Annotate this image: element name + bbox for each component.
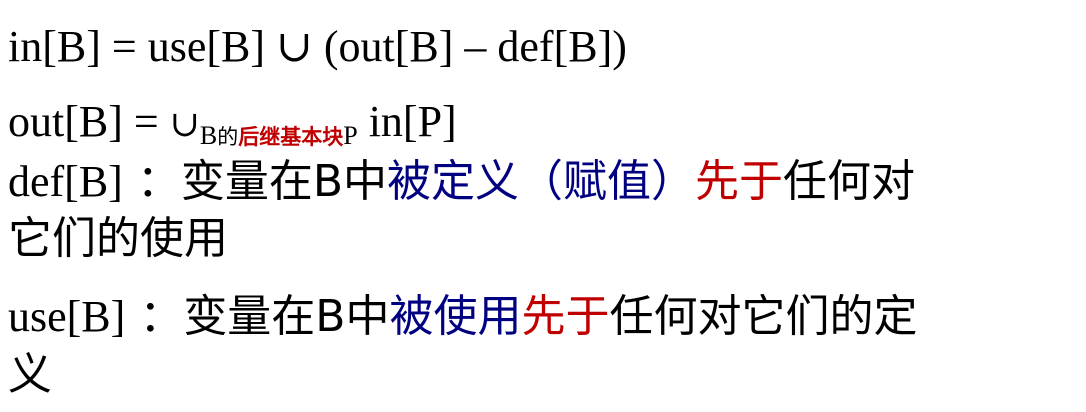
def-text-2: 任何对 xyxy=(783,156,916,207)
union-symbol: ∪ xyxy=(169,104,200,145)
out-equation-suffix: in[P] xyxy=(357,97,457,146)
union-subscript: B的后继基本块P xyxy=(200,121,358,150)
def-colon: ： xyxy=(136,156,181,207)
use-text-3: 义 xyxy=(8,349,52,400)
out-equation-prefix: out[B] = xyxy=(8,97,170,146)
def-highlight-before: 先于 xyxy=(695,156,784,207)
def-highlight-defined: 被定义（赋值） xyxy=(387,156,696,207)
def-label: def[B] xyxy=(8,157,123,206)
use-colon: ： xyxy=(139,291,184,342)
def-text-1: 变量在B中 xyxy=(180,156,388,207)
subscript-b: B xyxy=(199,121,218,150)
out-equation: out[B] = ∪B的后继基本块P in[P] xyxy=(8,97,457,154)
use-highlight-before: 先于 xyxy=(521,291,610,342)
in-equation-text: in[B] = use[B] ∪ (out[B] – def[B]) xyxy=(8,22,627,71)
def-text-3: 它们的使用 xyxy=(8,213,228,264)
use-definition: use[B] ：变量在B中被使用先于任何对它们的定 xyxy=(8,292,918,342)
subscript-de: 的 xyxy=(217,125,239,149)
use-highlight-used: 被使用 xyxy=(389,291,522,342)
use-text-2: 任何对它们的定 xyxy=(609,291,918,342)
subscript-p: P xyxy=(343,121,358,150)
in-equation: in[B] = use[B] ∪ (out[B] – def[B]) xyxy=(8,22,627,72)
use-label: use[B] xyxy=(8,292,126,341)
def-definition-continued: 它们的使用 xyxy=(8,214,228,264)
use-definition-continued: 义 xyxy=(8,350,52,400)
use-text-1: 变量在B中 xyxy=(183,291,390,342)
slide-content: in[B] = use[B] ∪ (out[B] – def[B]) out[B… xyxy=(0,0,1086,412)
def-definition: def[B] ：变量在B中被定义（赋值）先于任何对 xyxy=(8,157,915,207)
subscript-successor: 后继基本块 xyxy=(238,125,344,149)
